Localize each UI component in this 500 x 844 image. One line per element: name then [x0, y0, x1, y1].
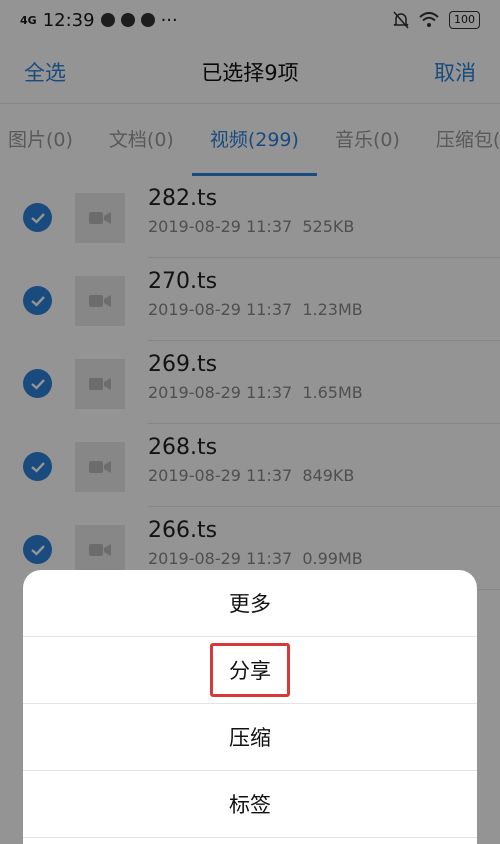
compress-option-label: 压缩: [229, 726, 271, 750]
more-option[interactable]: 更多: [23, 570, 477, 637]
tag-option[interactable]: 标签: [23, 771, 477, 838]
tag-option-label: 标签: [229, 793, 271, 817]
compress-option[interactable]: 压缩: [23, 704, 477, 771]
share-option-label: 分享: [210, 643, 290, 697]
share-option[interactable]: 分享: [23, 637, 477, 704]
action-sheet: 更多 分享 压缩 标签: [23, 570, 477, 844]
more-option-label: 更多: [229, 592, 271, 616]
